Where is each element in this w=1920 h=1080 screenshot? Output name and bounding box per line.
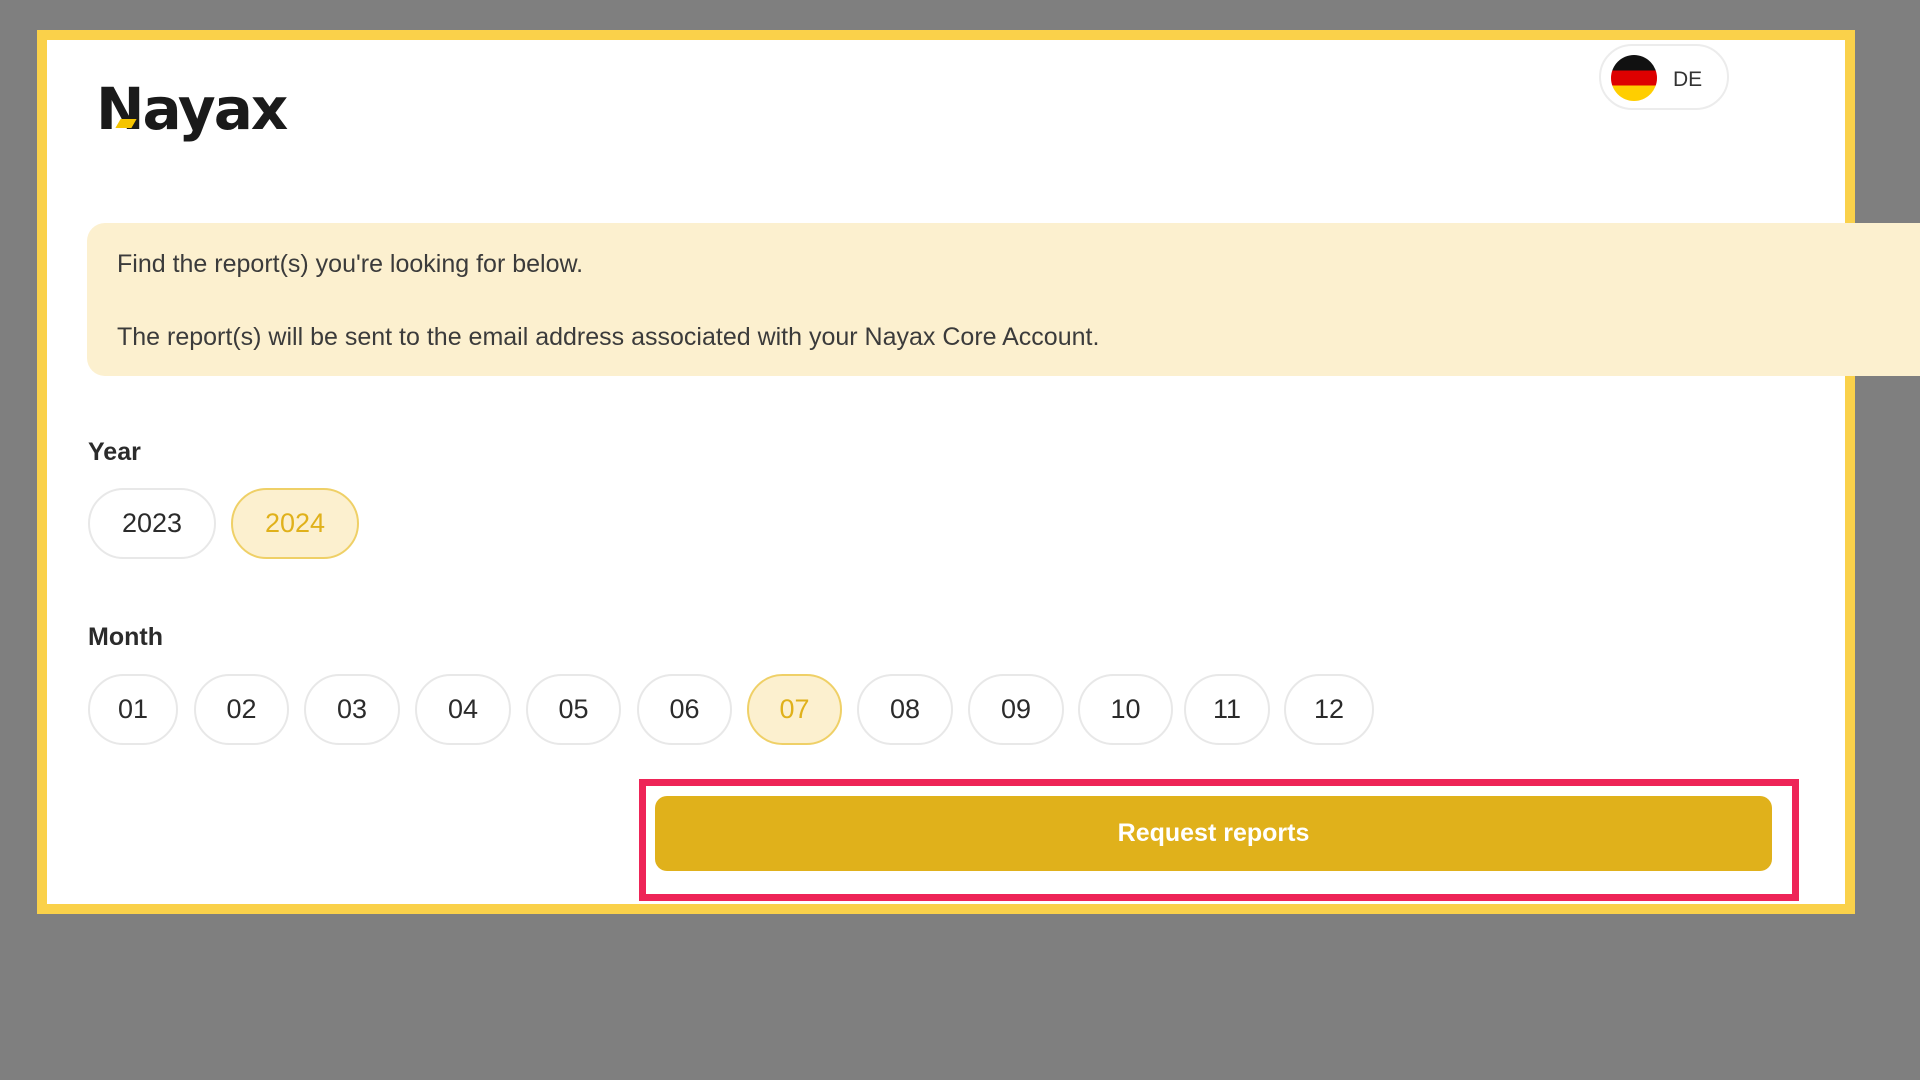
- language-switcher[interactable]: DE: [1599, 44, 1729, 110]
- month-option-04[interactable]: 04: [415, 674, 511, 745]
- year-option-2024[interactable]: 2024: [231, 488, 359, 559]
- info-line-2: The report(s) will be sent to the email …: [117, 323, 1100, 351]
- month-option-01[interactable]: 01: [88, 674, 178, 745]
- request-reports-button[interactable]: Request reports: [655, 796, 1772, 871]
- year-option-2023[interactable]: 2023: [88, 488, 216, 559]
- language-code: DE: [1673, 68, 1703, 91]
- info-line-1: Find the report(s) you're looking for be…: [117, 250, 584, 278]
- month-option-06[interactable]: 06: [637, 674, 732, 745]
- report-panel: Nayax DE Find the report(s) you're looki…: [37, 30, 1920, 914]
- month-option-10[interactable]: 10: [1078, 674, 1173, 745]
- month-option-05[interactable]: 05: [526, 674, 621, 745]
- month-label: Month: [88, 623, 163, 651]
- month-option-09[interactable]: 09: [968, 674, 1064, 745]
- month-option-07[interactable]: 07: [747, 674, 842, 745]
- month-option-03[interactable]: 03: [304, 674, 400, 745]
- month-option-11[interactable]: 11: [1184, 674, 1270, 745]
- month-option-12[interactable]: 12: [1284, 674, 1374, 745]
- nayax-logo: Nayax: [96, 80, 288, 138]
- year-label: Year: [88, 438, 141, 466]
- info-banner: Find the report(s) you're looking for be…: [87, 223, 1920, 376]
- logo-text: Nayax: [96, 75, 288, 143]
- month-option-08[interactable]: 08: [857, 674, 953, 745]
- screen: Nayax DE Find the report(s) you're looki…: [0, 0, 1920, 1080]
- germany-flag-icon: [1611, 55, 1657, 101]
- month-option-02[interactable]: 02: [194, 674, 289, 745]
